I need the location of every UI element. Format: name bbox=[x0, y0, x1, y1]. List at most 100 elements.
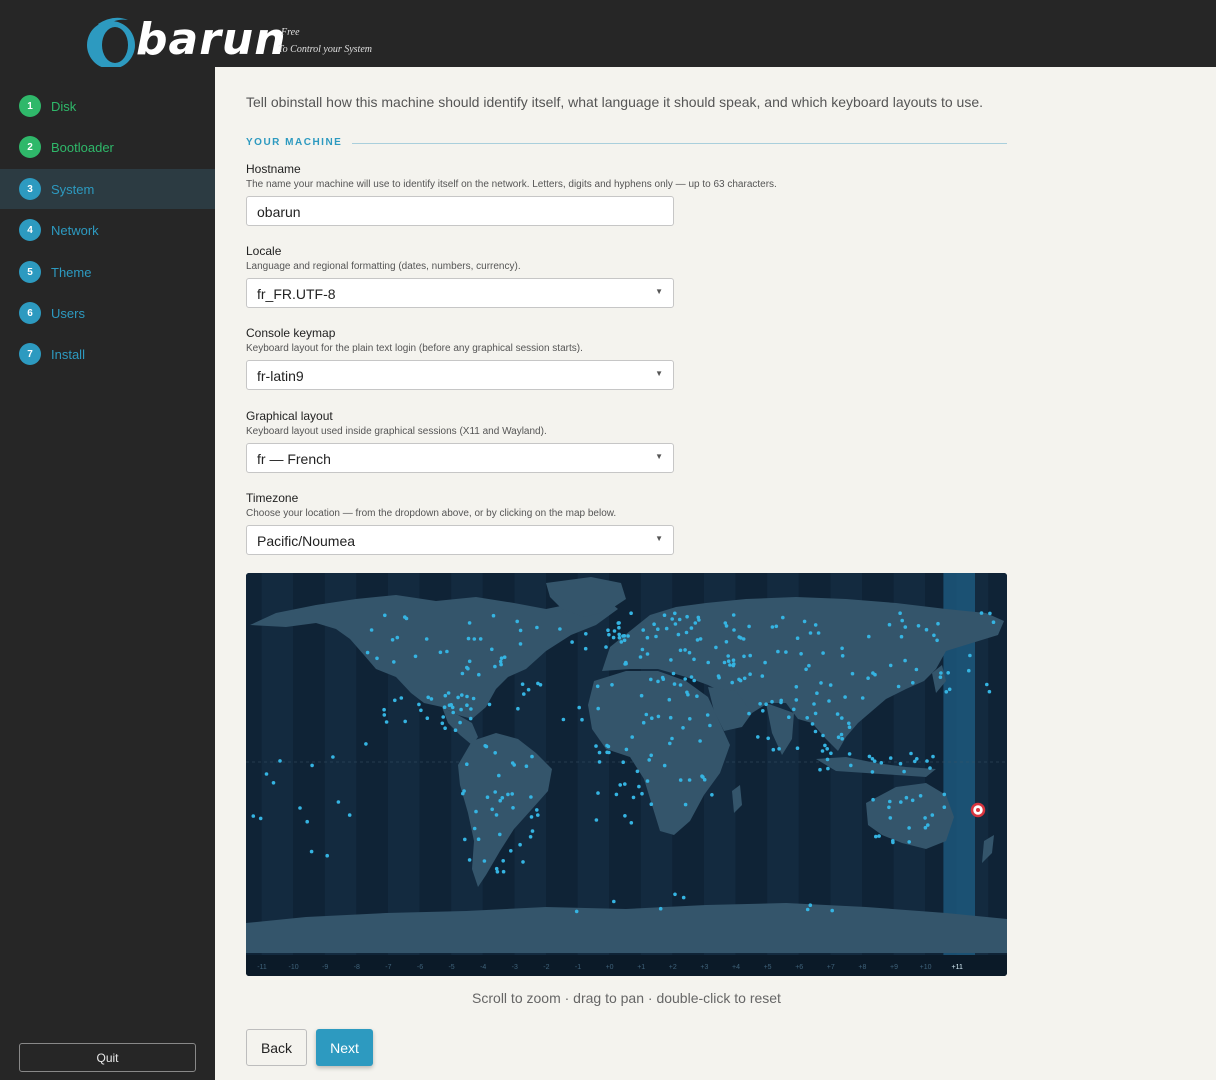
city-dot[interactable] bbox=[645, 652, 650, 656]
city-dot[interactable] bbox=[678, 683, 683, 687]
tz-offset-label[interactable]: +7 bbox=[827, 964, 835, 971]
tz-offset-label[interactable]: +0 bbox=[606, 964, 614, 971]
city-dot[interactable] bbox=[278, 759, 282, 763]
city-dot[interactable] bbox=[305, 819, 309, 824]
city-dot[interactable] bbox=[821, 651, 825, 655]
city-dot[interactable] bbox=[887, 805, 891, 810]
city-dot[interactable] bbox=[522, 692, 526, 696]
city-dot[interactable] bbox=[424, 637, 429, 641]
next-button[interactable]: Next bbox=[316, 1029, 373, 1066]
city-dot[interactable] bbox=[891, 840, 895, 845]
city-dot[interactable] bbox=[611, 635, 616, 640]
city-dot[interactable] bbox=[518, 642, 523, 646]
city-dot[interactable] bbox=[662, 613, 667, 617]
city-dot[interactable] bbox=[465, 665, 469, 670]
city-dot[interactable] bbox=[631, 795, 636, 800]
tz-offset-label[interactable]: -2 bbox=[543, 964, 549, 971]
city-dot[interactable] bbox=[610, 683, 614, 687]
city-dot[interactable] bbox=[808, 903, 813, 907]
city-dot[interactable] bbox=[687, 650, 692, 655]
city-dot[interactable] bbox=[474, 809, 478, 814]
city-dot[interactable] bbox=[491, 613, 496, 618]
city-dot[interactable] bbox=[309, 849, 314, 854]
city-dot[interactable] bbox=[649, 677, 653, 682]
city-dot[interactable] bbox=[498, 832, 502, 837]
city-dot[interactable] bbox=[686, 692, 690, 697]
city-dot[interactable] bbox=[490, 807, 494, 812]
sidebar-step-bootloader[interactable]: 2 Bootloader bbox=[0, 127, 215, 167]
city-dot[interactable] bbox=[621, 760, 625, 764]
city-dot[interactable] bbox=[501, 859, 505, 863]
city-dot[interactable] bbox=[812, 702, 816, 706]
city-dot[interactable] bbox=[683, 648, 687, 652]
city-dot[interactable] bbox=[991, 620, 996, 624]
city-dot[interactable] bbox=[510, 792, 514, 796]
city-dot[interactable] bbox=[616, 621, 621, 625]
city-dot[interactable] bbox=[458, 720, 462, 725]
city-dot[interactable] bbox=[511, 806, 515, 810]
city-dot[interactable] bbox=[904, 795, 909, 800]
city-dot[interactable] bbox=[732, 662, 736, 666]
city-dot[interactable] bbox=[574, 909, 579, 914]
city-dot[interactable] bbox=[681, 726, 685, 730]
city-dot[interactable] bbox=[850, 671, 855, 676]
tz-offset-label[interactable]: -8 bbox=[354, 964, 360, 971]
city-dot[interactable] bbox=[779, 700, 783, 705]
city-dot[interactable] bbox=[487, 702, 492, 707]
city-dot[interactable] bbox=[649, 802, 654, 806]
city-dot[interactable] bbox=[493, 664, 497, 669]
city-dot[interactable] bbox=[399, 696, 404, 700]
city-dot[interactable] bbox=[676, 632, 681, 637]
city-dot[interactable] bbox=[447, 703, 452, 707]
city-dot[interactable] bbox=[795, 636, 800, 640]
city-dot[interactable] bbox=[684, 630, 689, 635]
city-dot[interactable] bbox=[760, 674, 765, 678]
city-dot[interactable] bbox=[442, 705, 447, 709]
city-dot[interactable] bbox=[530, 829, 535, 833]
city-dot[interactable] bbox=[476, 837, 481, 841]
tz-offset-label[interactable]: +5 bbox=[764, 964, 772, 971]
city-dot[interactable] bbox=[695, 694, 699, 698]
city-dot[interactable] bbox=[939, 671, 943, 675]
tz-offset-label[interactable]: -11 bbox=[257, 964, 267, 971]
city-dot[interactable] bbox=[597, 760, 602, 764]
city-dot[interactable] bbox=[382, 707, 386, 712]
city-dot[interactable] bbox=[799, 652, 803, 656]
city-dot[interactable] bbox=[828, 683, 833, 687]
city-dot[interactable] bbox=[738, 678, 743, 683]
city-dot[interactable] bbox=[617, 632, 621, 637]
city-dot[interactable] bbox=[443, 726, 447, 730]
city-dot[interactable] bbox=[839, 732, 844, 737]
city-dot[interactable] bbox=[724, 640, 729, 644]
city-dot[interactable] bbox=[419, 708, 423, 713]
city-dot[interactable] bbox=[756, 735, 760, 739]
city-dot[interactable] bbox=[516, 706, 520, 711]
city-dot[interactable] bbox=[677, 617, 682, 622]
sidebar-step-theme[interactable]: 5 Theme bbox=[0, 252, 215, 292]
city-dot[interactable] bbox=[298, 806, 302, 810]
city-dot[interactable] bbox=[774, 624, 779, 629]
city-dot[interactable] bbox=[696, 615, 701, 620]
city-dot[interactable] bbox=[888, 816, 893, 820]
city-dot[interactable] bbox=[942, 792, 947, 797]
tz-offset-label[interactable]: -5 bbox=[448, 964, 454, 971]
city-dot[interactable] bbox=[369, 628, 374, 632]
city-dot[interactable] bbox=[467, 858, 472, 862]
city-dot[interactable] bbox=[698, 739, 702, 743]
city-dot[interactable] bbox=[860, 696, 865, 700]
city-dot[interactable] bbox=[792, 707, 796, 712]
city-dot[interactable] bbox=[716, 674, 721, 678]
city-dot[interactable] bbox=[938, 675, 943, 679]
city-dot[interactable] bbox=[649, 753, 653, 758]
city-dot[interactable] bbox=[535, 625, 539, 630]
city-dot[interactable] bbox=[681, 895, 686, 900]
city-dot[interactable] bbox=[726, 654, 730, 658]
city-dot[interactable] bbox=[870, 757, 875, 761]
city-dot[interactable] bbox=[477, 672, 481, 677]
city-dot[interactable] bbox=[310, 763, 314, 768]
city-dot[interactable] bbox=[874, 834, 878, 839]
city-dot[interactable] bbox=[979, 611, 984, 615]
timezone-map-canvas[interactable]: -11 -10 -9 -8 -7 -6 -5 -4 -3 -2 -1 +0 +1 +2 +3 +4 +5 +6 +7… bbox=[246, 573, 1007, 976]
tz-offset-label[interactable]: +10 bbox=[920, 964, 932, 971]
city-dot[interactable] bbox=[499, 656, 504, 660]
